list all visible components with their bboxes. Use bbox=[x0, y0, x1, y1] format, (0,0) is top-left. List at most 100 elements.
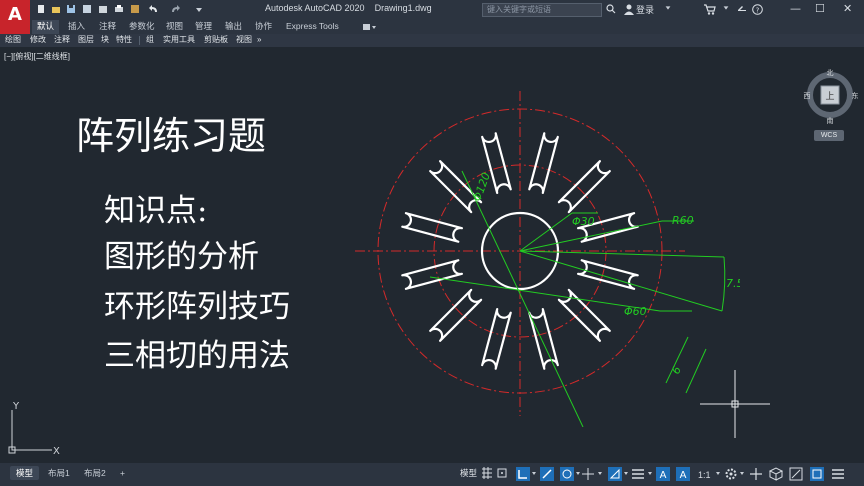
login-link[interactable]: 登录 bbox=[636, 3, 654, 16]
tab-layout2[interactable]: 布局2 bbox=[78, 466, 112, 480]
tab-collaborate[interactable]: 协作 bbox=[250, 20, 277, 34]
lesson-line: 三相切的用法 bbox=[104, 338, 290, 374]
menu-layers[interactable]: 图层 bbox=[78, 34, 94, 46]
workspace-gear-icon[interactable] bbox=[725, 468, 737, 480]
menu-groups[interactable]: 组 bbox=[146, 34, 154, 46]
undo-icon[interactable] bbox=[149, 4, 159, 14]
dropdown-icon[interactable] bbox=[576, 472, 580, 475]
dropdown-icon[interactable] bbox=[648, 472, 652, 475]
isolate-objects-icon[interactable] bbox=[768, 467, 784, 481]
menu-draw[interactable]: 绘图 bbox=[5, 34, 21, 46]
ucs-y-label: Y bbox=[12, 402, 20, 412]
search-icon[interactable] bbox=[606, 4, 616, 14]
tab-view[interactable]: 视图 bbox=[161, 20, 188, 34]
autocad-logo-icon: A bbox=[8, 4, 22, 25]
clean-screen-icon[interactable] bbox=[810, 467, 824, 481]
user-icon[interactable] bbox=[624, 4, 634, 15]
menu-overflow-icon[interactable]: » bbox=[257, 34, 261, 46]
model-space-button[interactable]: 模型 bbox=[460, 467, 477, 479]
close-button[interactable]: ✕ bbox=[843, 2, 852, 15]
lineweight-icon[interactable] bbox=[632, 469, 644, 479]
slot bbox=[429, 160, 483, 214]
slot bbox=[528, 307, 559, 370]
tab-parametric[interactable]: 参数化 bbox=[124, 20, 160, 34]
object-snap-icon[interactable] bbox=[608, 467, 622, 481]
exchange-icon[interactable] bbox=[737, 4, 748, 15]
compass-east[interactable]: 东 bbox=[852, 91, 859, 100]
menu-clipboard[interactable]: 剪贴板 bbox=[204, 34, 228, 46]
dim-angle: 7.5° bbox=[726, 277, 740, 290]
save-icon[interactable] bbox=[66, 4, 76, 14]
dropdown-icon[interactable] bbox=[598, 472, 602, 475]
help-icon[interactable]: ? bbox=[752, 4, 763, 15]
status-bar-tools: A A 1:1 bbox=[482, 467, 844, 481]
redo-icon[interactable] bbox=[170, 4, 180, 14]
cart-icon[interactable] bbox=[704, 4, 716, 15]
compass-south[interactable]: 南 bbox=[827, 116, 834, 125]
save-as-icon[interactable] bbox=[82, 4, 92, 14]
tab-layout1[interactable]: 布局1 bbox=[42, 466, 76, 480]
viewport-controls-label[interactable]: [−][俯视][二维线框] bbox=[4, 51, 70, 62]
menu-utilities[interactable]: 实用工具 bbox=[163, 34, 195, 46]
compass-west[interactable]: 西 bbox=[804, 92, 811, 100]
lesson-line: 图形的分析 bbox=[104, 239, 259, 275]
customize-dropdown-icon[interactable] bbox=[194, 4, 204, 14]
maximize-button[interactable]: ☐ bbox=[815, 2, 825, 15]
add-icon[interactable] bbox=[750, 468, 762, 480]
dropdown-icon[interactable] bbox=[740, 472, 744, 475]
slot bbox=[481, 307, 512, 370]
search-input[interactable]: 键入关键字或短语 bbox=[482, 3, 602, 17]
snap-icon[interactable] bbox=[497, 468, 507, 478]
drawing-viewport[interactable]: [−][俯视][二维线框] 阵列练习题 知识点: 图形的分析 环形阵列技巧 三相… bbox=[0, 47, 864, 463]
grid-icon[interactable] bbox=[482, 467, 492, 479]
new-file-icon[interactable] bbox=[36, 4, 46, 14]
viewcube[interactable]: 上 北 南 东 西 bbox=[800, 69, 864, 127]
minimize-button[interactable]: — bbox=[790, 2, 801, 15]
menu-modify[interactable]: 修改 bbox=[30, 34, 46, 46]
customization-menu-icon[interactable] bbox=[832, 469, 844, 479]
slot bbox=[429, 288, 483, 342]
slot bbox=[401, 259, 464, 290]
tab-home[interactable]: 默认 bbox=[32, 20, 60, 34]
ortho-icon[interactable] bbox=[516, 467, 530, 481]
ribbon-display-toggle-icon[interactable] bbox=[362, 22, 378, 32]
chevron-down-icon[interactable] bbox=[722, 4, 730, 12]
lesson-title: 阵列练习题 bbox=[76, 114, 267, 158]
annotation-scale-icon[interactable]: A bbox=[676, 467, 690, 481]
object-snap-tracking-icon[interactable] bbox=[582, 468, 594, 480]
crosshair-cursor bbox=[700, 370, 770, 438]
tab-model[interactable]: 模型 bbox=[10, 466, 40, 480]
menu-block[interactable]: 块 bbox=[101, 34, 109, 46]
plot-icon[interactable] bbox=[114, 4, 124, 14]
lesson-line: 环形阵列技巧 bbox=[104, 289, 290, 325]
annotation-scale-value[interactable]: 1:1 bbox=[698, 470, 711, 480]
compass-north[interactable]: 北 bbox=[827, 69, 834, 77]
publish-icon[interactable] bbox=[98, 4, 108, 14]
hardware-acceleration-icon[interactable] bbox=[789, 467, 803, 481]
annotation-visibility-icon[interactable]: A bbox=[656, 467, 670, 481]
add-layout-button[interactable]: + bbox=[114, 466, 131, 480]
tab-output[interactable]: 输出 bbox=[220, 20, 247, 34]
tab-express-tools[interactable]: Express Tools bbox=[281, 20, 344, 34]
tab-annotate[interactable]: 注释 bbox=[94, 20, 121, 34]
dim-inner-diameter: Φ30 bbox=[572, 215, 595, 228]
cad-drawing[interactable]: Φ120 Φ30 R60 7.5° Φ60 6 bbox=[340, 87, 740, 427]
polar-tracking-icon[interactable] bbox=[540, 467, 554, 481]
tab-insert[interactable]: 插入 bbox=[63, 20, 90, 34]
dropdown-icon[interactable] bbox=[624, 472, 628, 475]
chevron-down-icon[interactable] bbox=[664, 4, 672, 12]
dropdown-icon[interactable] bbox=[716, 472, 720, 475]
application-menu-button[interactable]: A bbox=[0, 0, 30, 34]
menu-view[interactable]: 视图 bbox=[236, 34, 252, 46]
menu-annotation[interactable]: 注释 bbox=[54, 34, 70, 46]
menu-properties[interactable]: 特性 bbox=[116, 34, 132, 46]
share-icon[interactable] bbox=[130, 4, 140, 14]
tab-manage[interactable]: 管理 bbox=[190, 20, 217, 34]
svg-text:?: ? bbox=[756, 7, 760, 15]
open-file-icon[interactable] bbox=[51, 4, 61, 14]
wcs-menu[interactable]: WCS bbox=[814, 130, 844, 141]
isodraft-icon[interactable] bbox=[560, 467, 574, 481]
lesson-line: 知识点: bbox=[104, 193, 208, 229]
svg-text:A: A bbox=[680, 470, 687, 481]
dropdown-icon[interactable] bbox=[532, 472, 536, 475]
